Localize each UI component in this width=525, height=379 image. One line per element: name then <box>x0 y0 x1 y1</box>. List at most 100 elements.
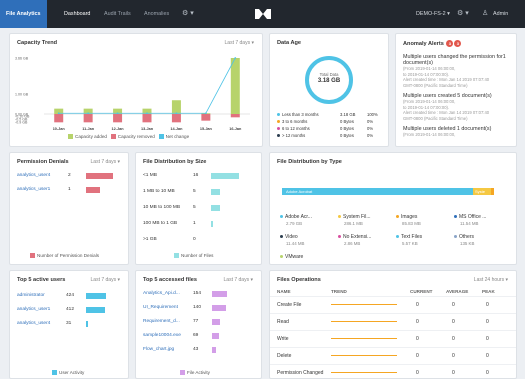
ops-trend-line <box>331 321 397 322</box>
user-icon[interactable]: ♙ <box>482 0 488 28</box>
file-type-item[interactable]: Others <box>454 234 474 240</box>
age-size: 0 Bytes <box>340 133 354 138</box>
tab-dashboard[interactable]: Dashboard <box>64 0 90 28</box>
file-activity-bar[interactable] <box>212 346 217 353</box>
type-color-dot <box>280 215 283 219</box>
net-change-point[interactable] <box>146 112 148 115</box>
type-name: Others <box>459 234 475 240</box>
permission-bar[interactable] <box>86 172 113 179</box>
permission-user-link[interactable]: analytics_user4 <box>17 173 50 178</box>
permission-bar[interactable] <box>86 186 100 193</box>
capacity-removed-bar[interactable] <box>54 114 64 123</box>
type-color-dot <box>396 235 399 239</box>
type-bar-adobe[interactable]: Adobe Acrobat <box>282 188 473 195</box>
type-bar-images[interactable] <box>491 188 494 195</box>
settings-gear-icon[interactable]: ⚙ ▾ <box>182 0 194 28</box>
donut-label: Total Data <box>319 72 339 77</box>
capacity-added-bar[interactable] <box>230 58 240 114</box>
user-activity-bar[interactable] <box>86 292 106 299</box>
capacity-removed-bar[interactable] <box>230 114 240 118</box>
age-percent: 100% <box>367 112 378 117</box>
permission-range-dropdown[interactable]: Last 7 days ▾ <box>91 159 120 165</box>
ops-range-dropdown[interactable]: Last 24 hours ▾ <box>474 277 508 283</box>
user-activity-bar[interactable] <box>86 306 106 313</box>
size-bar[interactable] <box>211 172 239 179</box>
files-range-dropdown[interactable]: Last 7 days ▾ <box>224 277 253 283</box>
permission-user-link[interactable]: analytics_user1 <box>17 187 50 192</box>
ops-current: 0 <box>416 319 419 325</box>
net-change-point[interactable] <box>87 112 90 115</box>
user-link[interactable]: administrator <box>17 293 45 298</box>
file-type-item[interactable]: Text Files <box>396 234 422 240</box>
tab-file-analytics[interactable]: File Analytics <box>0 0 47 28</box>
file-link[interactable]: sample10004.exe <box>143 333 181 338</box>
type-name: Video <box>285 234 298 240</box>
type-name: MS Office ... <box>459 214 487 220</box>
anomaly-alert-item[interactable]: Multiple users changed the permission fo… <box>403 54 513 88</box>
ops-average: 0 <box>452 370 455 376</box>
net-change-point[interactable] <box>175 112 178 115</box>
file-type-title: File Distribution by Type <box>277 159 342 165</box>
file-type-item[interactable]: Video <box>280 234 298 240</box>
type-bar-system[interactable]: Syste <box>473 188 491 195</box>
net-change-point[interactable] <box>116 112 119 115</box>
type-color-dot <box>280 255 283 259</box>
size-count: 16 <box>193 173 199 178</box>
net-change-point[interactable] <box>234 57 237 59</box>
file-activity-bar[interactable] <box>212 304 226 311</box>
anomaly-alert-item[interactable]: Multiple users deleted 1 document(s) (Fro… <box>403 126 513 138</box>
users-legend: User Activity <box>52 370 84 376</box>
type-name: No Extensi... <box>343 234 372 240</box>
size-bar[interactable] <box>211 220 213 227</box>
type-name: Images <box>401 214 418 220</box>
file-link[interactable]: Flow_chart.jpg <box>143 347 174 352</box>
ops-trend-line <box>331 355 397 356</box>
ops-current: 0 <box>416 336 419 342</box>
file-type-item[interactable]: VMware <box>280 254 303 260</box>
tab-audit-trails[interactable]: Audit Trails <box>104 0 131 28</box>
user-activity-bar[interactable] <box>86 320 88 327</box>
file-type-item[interactable]: No Extensi... <box>338 234 371 240</box>
capacity-removed-bar[interactable] <box>171 114 181 123</box>
file-type-item[interactable]: Adobe Acr... <box>280 214 312 220</box>
y-tick-label: 1.00 GB <box>15 93 29 97</box>
file-type-item[interactable]: System Fil... <box>338 214 371 220</box>
file-link[interactable]: Requirement_d... <box>143 319 180 324</box>
capacity-removed-bar[interactable] <box>142 114 152 123</box>
net-change-point[interactable] <box>204 112 207 115</box>
capacity-removed-bar[interactable] <box>113 114 123 123</box>
users-range-dropdown[interactable]: Last 7 days ▾ <box>91 277 120 283</box>
size-bar[interactable] <box>211 204 220 211</box>
type-color-dot <box>454 235 457 239</box>
file-count: 43 <box>193 347 199 352</box>
user-menu[interactable]: Admin <box>493 0 508 28</box>
net-change-point[interactable] <box>57 112 60 115</box>
settings-icon[interactable]: ⚙ ▾ <box>457 0 469 28</box>
capacity-added-bar[interactable] <box>171 100 181 114</box>
ops-row-divider <box>270 347 516 348</box>
file-type-item[interactable]: MS Office ... <box>454 214 486 220</box>
capacity-range-dropdown[interactable]: Last 7 days ▾ <box>225 40 254 46</box>
file-activity-bar[interactable] <box>212 290 227 297</box>
user-link[interactable]: analytics_user4 <box>17 321 50 326</box>
cluster-selector[interactable]: DEMO-FS-2 ▾ <box>416 0 450 28</box>
file-type-item[interactable]: Images <box>396 214 417 220</box>
tab-anomalies[interactable]: Anomalies <box>144 0 169 28</box>
user-link[interactable]: analytics_user1 <box>17 307 50 312</box>
anomaly-alert-item[interactable]: Multiple users created 5 document(s) (Fro… <box>403 93 513 121</box>
data-age-row: 6 to 12 months <box>277 126 310 131</box>
file-link[interactable]: Analytics_Api.d... <box>143 291 180 296</box>
file-count: 69 <box>193 333 199 338</box>
capacity-removed-bar[interactable] <box>83 114 93 123</box>
file-activity-bar[interactable] <box>212 318 220 325</box>
age-color-dot <box>277 120 280 124</box>
alert-count-badge: 3 <box>454 40 462 47</box>
user-count: 31 <box>66 321 72 326</box>
file-activity-bar[interactable] <box>212 332 219 339</box>
file-link[interactable]: UI_Requirement <box>143 305 178 310</box>
size-count: 5 <box>193 189 196 194</box>
capacity-removed-bar[interactable] <box>201 114 211 121</box>
ops-name: Read <box>277 319 289 325</box>
size-bar[interactable] <box>211 188 220 195</box>
ops-peak: 0 <box>486 370 489 376</box>
